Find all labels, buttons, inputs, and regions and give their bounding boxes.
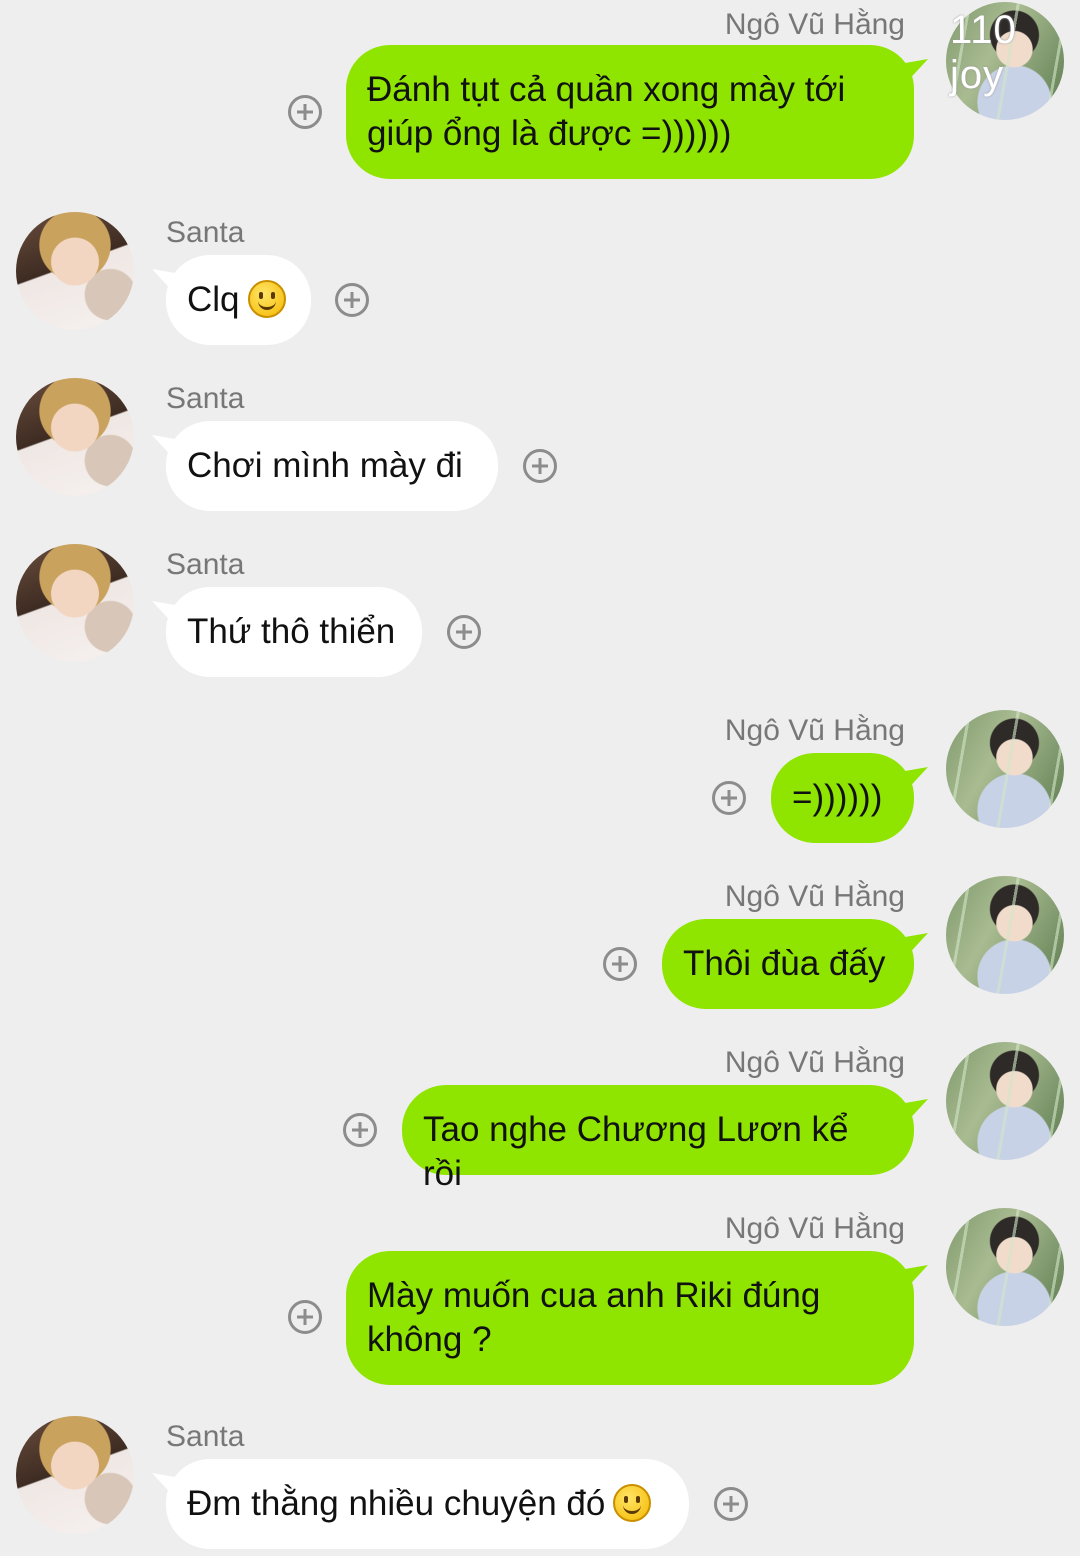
message-bubble[interactable]: Chơi mình mày đi [166,421,498,511]
avatar[interactable] [16,378,134,496]
message-bubble[interactable]: Mày muốn cua anh Riki đúng không ? [346,1251,914,1385]
add-reaction-icon[interactable] [288,95,322,129]
message-text: Tao nghe Chương Lươn kể rồi [423,1110,849,1193]
message-row: Santa Clq [0,210,1080,350]
message-bubble[interactable]: Đm thằng nhiều chuyện đó [166,1459,689,1549]
message-text: Thôi đùa đấy [683,944,886,983]
message-text: Chơi mình mày đi [187,446,463,485]
sender-name: Ngô Vũ Hằng [724,714,905,747]
avatar[interactable] [16,1416,134,1534]
avatar[interactable] [16,212,134,330]
message-row: Ngô Vũ Hằng =)))))) [0,708,1080,848]
message-row: Santa Đm thằng nhiều chuyện đó [0,1414,1080,1554]
message-row: Santa Thứ thô thiển [0,542,1080,682]
smile-emoji-icon [613,1484,652,1522]
smile-emoji-icon [247,280,286,318]
sender-name: Santa [166,216,245,249]
message-bubble[interactable]: Thôi đùa đấy [662,919,914,1009]
avatar[interactable] [946,1208,1064,1326]
sender-name: Ngô Vũ Hằng [724,880,905,913]
sender-name: Santa [166,382,245,415]
message-row: Ngô Vũ Hằng 110 joy Đánh tụt cả quần xon… [0,0,1080,190]
message-row: Ngô Vũ Hằng Mày muốn cua anh Riki đúng k… [0,1206,1080,1391]
sender-name: Ngô Vũ Hằng [724,8,905,41]
add-reaction-icon[interactable] [714,1487,748,1521]
message-text: Thứ thô thiển [187,612,396,651]
message-text: Đm thằng nhiều chuyện đó [187,1484,606,1523]
message-text-line: Đánh tụt cả quần xong mày tới [367,70,846,109]
message-bubble[interactable]: Clq [166,255,311,345]
message-bubble[interactable]: Đánh tụt cả quần xong mày tới giúp ổng l… [346,45,914,179]
message-bubble[interactable]: Thứ thô thiển [166,587,422,677]
avatar[interactable] [946,1042,1064,1160]
add-reaction-icon[interactable] [343,1113,377,1147]
add-reaction-icon[interactable] [603,947,637,981]
message-row: Ngô Vũ Hằng Thôi đùa đấy [0,874,1080,1014]
message-text: Clq [187,280,240,319]
watermark: 110 joy [950,8,1017,97]
message-text-line: Mày muốn cua anh Riki đúng [367,1276,821,1315]
add-reaction-icon[interactable] [523,449,557,483]
message-bubble[interactable]: Tao nghe Chương Lươn kể rồi [402,1085,914,1193]
sender-name: Santa [166,548,245,581]
sender-name: Ngô Vũ Hằng [724,1212,905,1245]
message-text-line: giúp ổng là được =)))))) [367,114,732,153]
avatar[interactable] [16,544,134,662]
add-reaction-icon[interactable] [447,615,481,649]
avatar[interactable] [946,710,1064,828]
message-text: =)))))) [792,778,883,817]
message-text-line: không ? [367,1320,492,1359]
message-row: Ngô Vũ Hằng Tao nghe Chương Lươn kể rồi [0,1040,1080,1193]
message-bubble[interactable]: =)))))) [771,753,914,843]
add-reaction-icon[interactable] [712,781,746,815]
message-row: Santa Chơi mình mày đi [0,376,1080,516]
add-reaction-icon[interactable] [288,1300,322,1334]
sender-name: Ngô Vũ Hằng [724,1046,905,1079]
sender-name: Santa [166,1420,245,1453]
add-reaction-icon[interactable] [335,283,369,317]
avatar[interactable] [946,876,1064,994]
